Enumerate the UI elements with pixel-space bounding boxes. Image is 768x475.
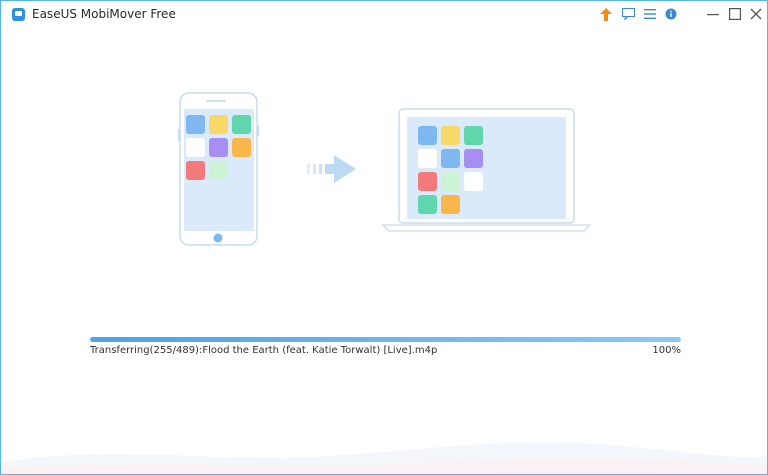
transfer-progress-fill	[90, 337, 681, 342]
laptop-illustration	[381, 108, 592, 232]
phone-illustration	[178, 92, 259, 246]
footer-wave-decoration	[1, 442, 767, 474]
transfer-status-text: Transferring(255/489):Flood the Earth (f…	[90, 345, 438, 356]
transfer-illustration	[178, 92, 592, 246]
transfer-percent-label: 100%	[652, 345, 681, 356]
transfer-progress-bar	[90, 337, 681, 342]
transfer-arrow-icon	[307, 155, 356, 183]
